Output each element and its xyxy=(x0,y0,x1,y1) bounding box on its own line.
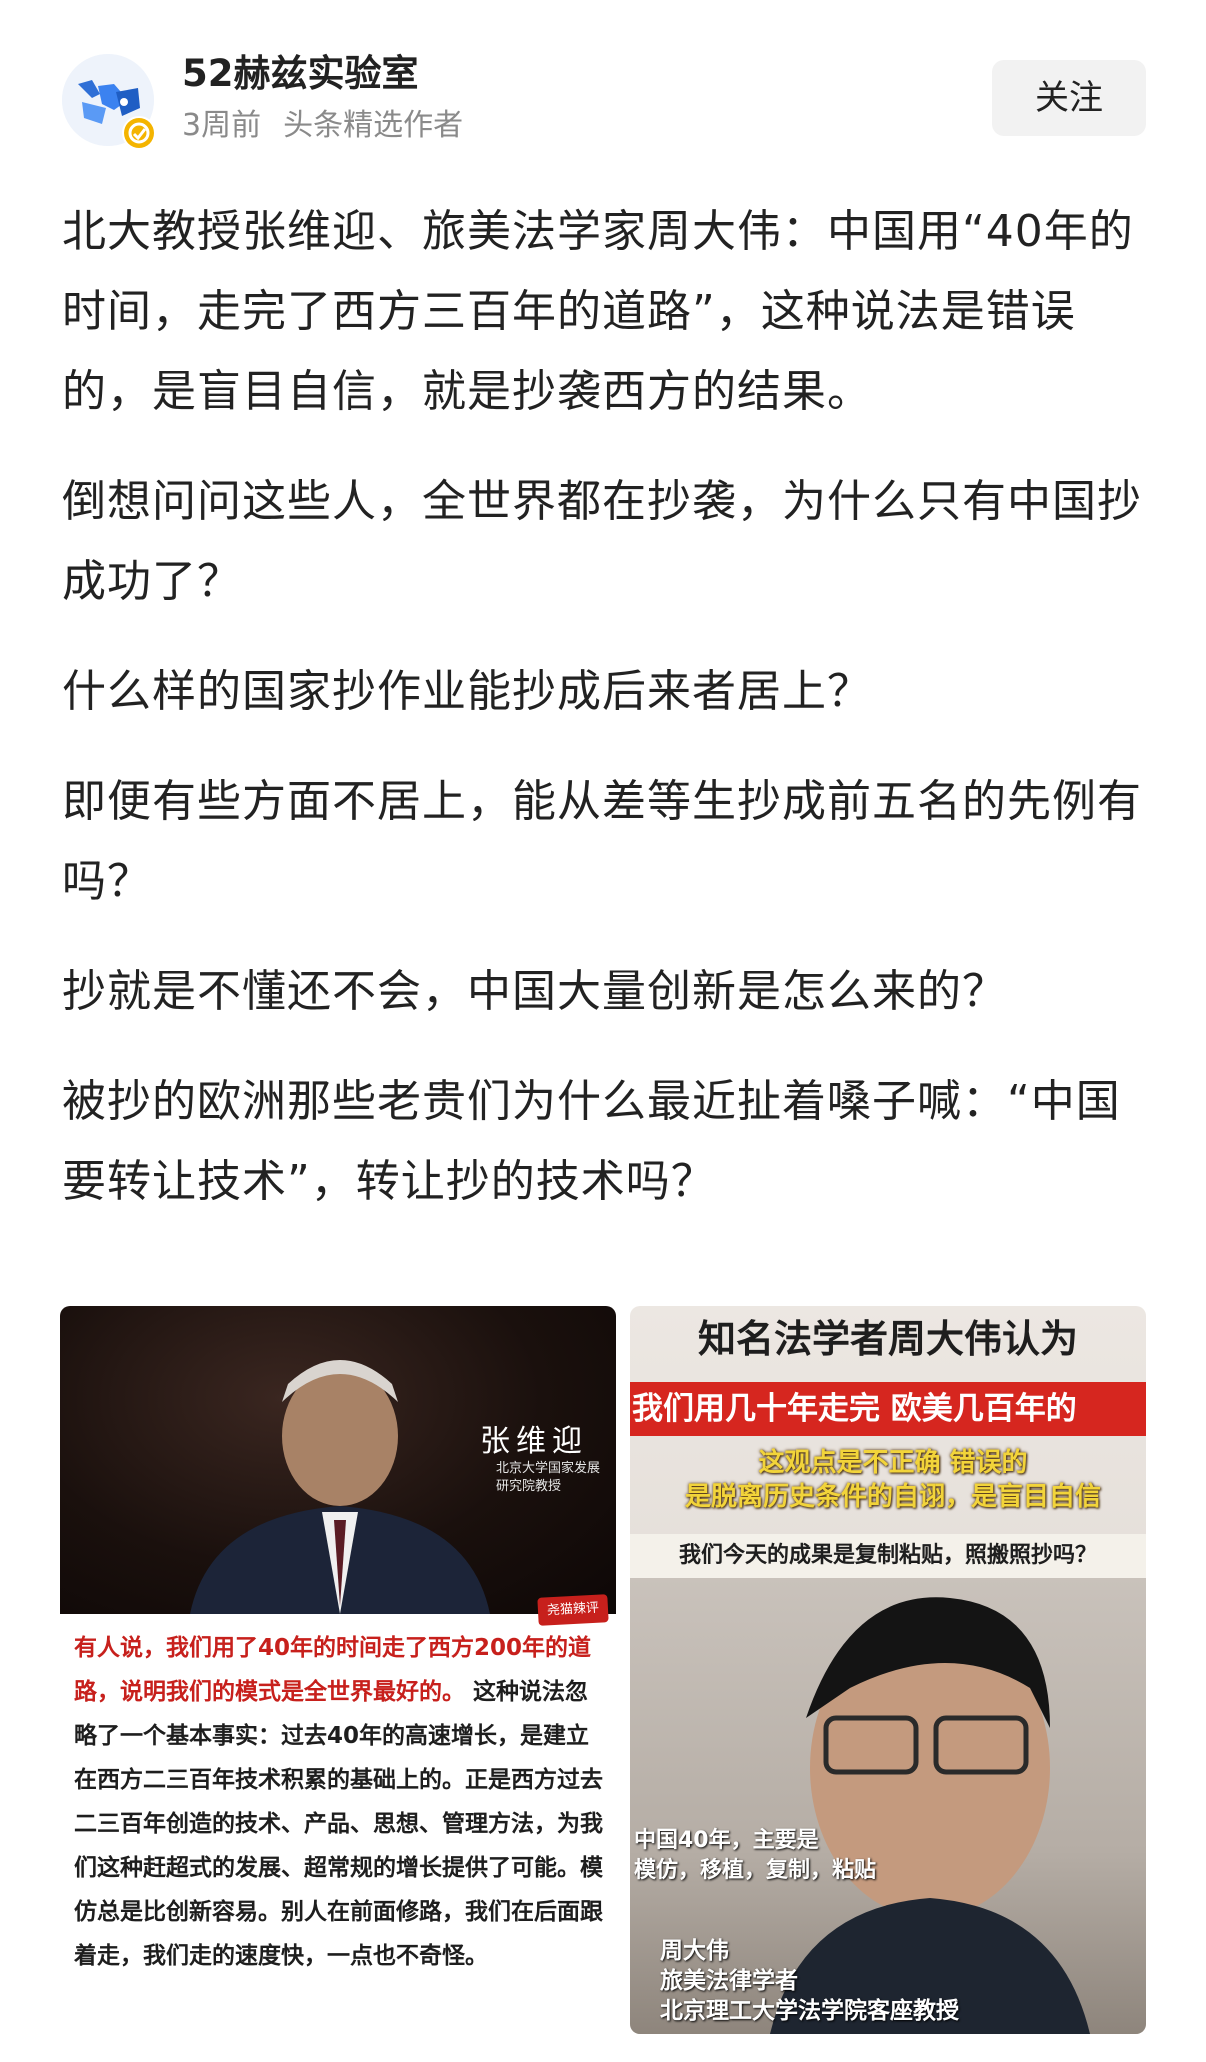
quote-caption: 有人说，我们用了40年的时间走了西方200年的道路，说明我们的模式是全世界最好的… xyxy=(74,1626,604,1978)
video-red-band: 我们用几十年走完 欧美几百年的 xyxy=(630,1382,1146,1436)
article-paragraph: 抄就是不懂还不会，中国大量创新是怎么来的？ xyxy=(62,966,1007,1017)
quote-caption-body: 这种说法忽略了一个基本事实：过去40年的高速增长，是建立在西方二三百年技术积累的… xyxy=(74,1679,603,1969)
article-paragraph: 倒想问问这些人，全世界都在抄袭，为什么只有中国抄成功了？ xyxy=(62,476,1142,607)
author-name[interactable]: 52赫兹实验室 xyxy=(182,50,419,98)
speaker-namecard: 周大伟 旅美法律学者 北京理工大学法学院客座教授 xyxy=(660,1936,959,2026)
subtitle-line-1: 中国40年，主要是 xyxy=(634,1828,819,1853)
yellow-line-1: 这观点是不正确 错误的 xyxy=(758,1448,1028,1478)
brand-stamp: 尧猫辣评 xyxy=(537,1594,609,1626)
article-paragraph: 被抄的欧洲那些老贵们为什么最近扯着嗓子喊：“中国要转让技术”，转让抄的技术吗？ xyxy=(62,1076,1121,1207)
article-paragraph: 北大教授张维迎、旅美法学家周大伟：中国用“40年的时间，走完了西方三百年的道路”… xyxy=(62,206,1134,417)
follow-button[interactable]: 关注 xyxy=(992,60,1146,136)
yellow-line-2: 是脱离历史条件的自诩，是盲目自信 xyxy=(684,1482,1101,1512)
person-name-overlay: 张维迎 xyxy=(480,1424,588,1459)
speaker-role-2: 北京理工大学法学院客座教授 xyxy=(660,1998,959,2024)
article-paragraph: 什么样的国家抄作业能抄成后来者居上？ xyxy=(62,666,872,717)
post-meta: 3周前 头条精选作者 xyxy=(182,106,463,146)
article-body: 北大教授张维迎、旅美法学家周大伟：中国用“40年的时间，走完了西方三百年的道路”… xyxy=(62,192,1152,1252)
speaker-name: 周大伟 xyxy=(660,1938,729,1964)
author-role: 头条精选作者 xyxy=(283,108,464,143)
post-header: 52赫兹实验室 3周前 头条精选作者 关注 xyxy=(0,0,1206,160)
article-image-right[interactable]: 知名法学者周大伟认为 我们用几十年走完 欧美几百年的 这观点是不正确 错误的 是… xyxy=(630,1306,1146,2034)
video-subtitle: 中国40年，主要是 模仿，移植，复制，粘贴 xyxy=(634,1826,876,1886)
post-time: 3周前 xyxy=(182,108,262,143)
article-image-left[interactable]: 张维迎 北京大学国家发展研究院教授 尧猫辣评 有人说，我们用了40年的时间走了西… xyxy=(60,1306,616,2034)
speaker-role-1: 旅美法律学者 xyxy=(660,1968,798,1994)
person-title-overlay: 北京大学国家发展研究院教授 xyxy=(496,1461,601,1494)
video-yellow-text: 这观点是不正确 错误的 是脱离历史条件的自诩，是盲目自信 xyxy=(640,1446,1146,1514)
article-paragraph: 即便有些方面不居上，能从差等生抄成前五名的先例有吗？ xyxy=(62,776,1142,907)
verified-badge-icon xyxy=(122,116,156,150)
video-question-band: 我们今天的成果是复制粘贴，照搬照抄吗？ xyxy=(630,1534,1146,1578)
subtitle-line-2: 模仿，移植，复制，粘贴 xyxy=(634,1858,877,1883)
video-headline: 知名法学者周大伟认为 xyxy=(697,1317,1078,1361)
portrait-photo: 张维迎 北京大学国家发展研究院教授 尧猫辣评 xyxy=(60,1306,616,1626)
